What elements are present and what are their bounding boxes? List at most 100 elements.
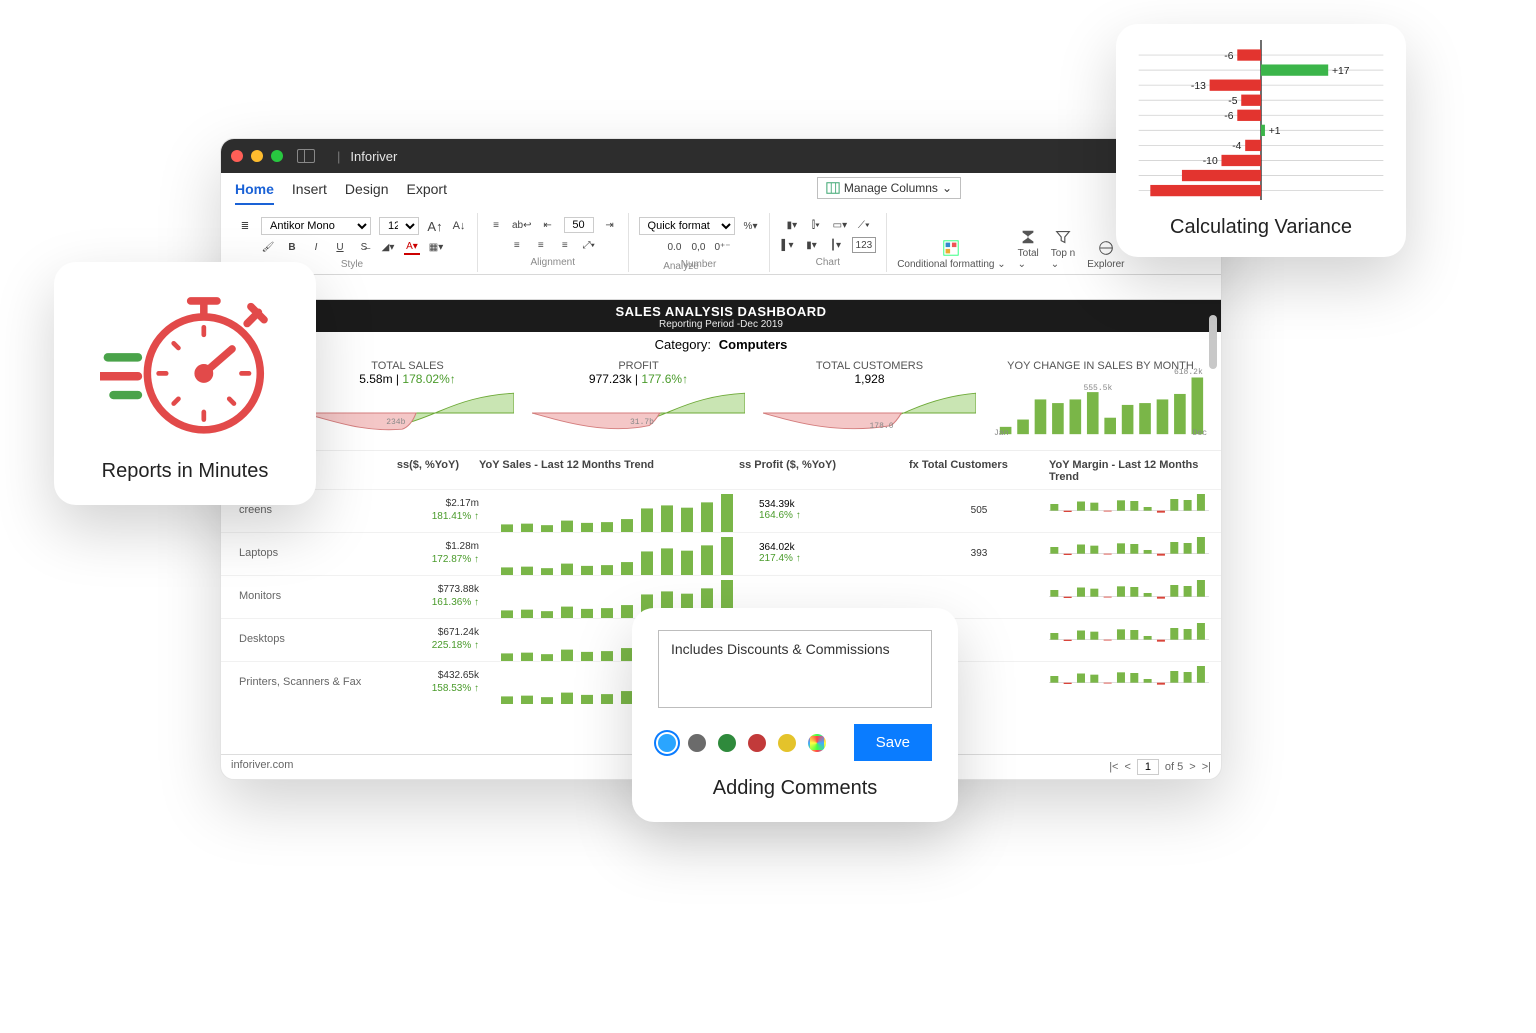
decrease-font-icon[interactable]: A↓ <box>451 218 467 234</box>
row-category: Laptops <box>239 547 399 559</box>
conditional-formatting-icon <box>942 239 960 257</box>
pager-prev[interactable]: < <box>1124 761 1130 773</box>
bold-icon[interactable]: B <box>284 239 300 255</box>
font-size-select[interactable]: 12 <box>379 217 419 235</box>
tabs-icon[interactable] <box>297 149 315 163</box>
chart-spark-icon[interactable]: ⟋▾ <box>856 217 872 233</box>
row-margin-trend <box>1049 492 1209 528</box>
swatch-green[interactable] <box>718 734 736 752</box>
paint-icon[interactable]: 🖌 <box>260 239 276 255</box>
strike-icon[interactable]: S̶ <box>356 239 372 255</box>
close-window-icon[interactable] <box>231 150 243 162</box>
card-reports-in-minutes: Reports in Minutes <box>54 262 316 505</box>
fill-color-icon[interactable]: ◢▾ <box>380 239 396 255</box>
swatch-blue[interactable] <box>658 734 676 752</box>
align-top-icon[interactable]: ≡ <box>488 217 504 233</box>
kpi-yoy-bars <box>994 372 1207 436</box>
ribbon: ≣ Antikor Mono 12 A↑ A↓ 🖌 B I U S̶ ◢▾ A▾… <box>221 209 1221 275</box>
kpi-customers-sparkline <box>763 386 976 440</box>
svg-text:-6: -6 <box>1224 111 1233 122</box>
zoom-window-icon[interactable] <box>271 150 283 162</box>
row-profit: 534.39k164.6% ↑ <box>759 499 909 521</box>
menu-export[interactable]: Export <box>407 181 447 205</box>
borders-icon[interactable]: ▦▾ <box>428 239 444 255</box>
card-adding-comments: Includes Discounts & Commissions Save Ad… <box>632 608 958 822</box>
bullets-icon[interactable]: ≣ <box>237 218 253 234</box>
swatch-yellow[interactable] <box>778 734 796 752</box>
row-margin-trend <box>1049 621 1209 657</box>
increase-font-icon[interactable]: A↑ <box>427 218 443 234</box>
columns-icon <box>826 181 840 195</box>
align-center-icon[interactable]: ≡ <box>533 237 549 253</box>
card-minutes-title: Reports in Minutes <box>102 460 269 483</box>
dropdown-row[interactable]: rs ▾ <box>221 274 1221 300</box>
kpi-row: TOTAL SALES 5.58m | 178.02%↑ 234b PROFIT… <box>221 358 1221 450</box>
swatch-gray[interactable] <box>688 734 706 752</box>
italic-icon[interactable]: I <box>308 239 324 255</box>
font-color-icon[interactable]: A▾ <box>404 239 420 255</box>
kpi-total-sales: TOTAL SALES 5.58m | 178.02%↑ 234b <box>301 360 514 440</box>
chart-col-icon[interactable]: ⫿▾ <box>808 217 824 233</box>
decimal-format-icon[interactable]: 0.0 <box>666 239 682 255</box>
kpi-customers: TOTAL CUSTOMERS 1,928 178.0 <box>763 360 976 440</box>
variance-chart: -6+17-13-5-6+1-4-10 <box>1134 40 1388 200</box>
row-sales: $671.24k225.18% ↑ <box>419 626 479 653</box>
comment-color-swatches: Save <box>658 724 932 761</box>
row-sales-trend <box>499 492 739 528</box>
ribbon-alignment-group: ≡ ab↩ ⇤ ⇥ ≡ ≡ ≡ ⤢▾ Alignment <box>478 213 629 272</box>
font-family-select[interactable]: Antikor Mono <box>261 217 371 235</box>
vertical-scrollbar[interactable] <box>1209 315 1217 751</box>
total-button[interactable]: Total⌄ <box>1018 228 1039 270</box>
indent-left-icon[interactable]: ⇤ <box>540 217 556 233</box>
svg-text:-13: -13 <box>1191 81 1206 92</box>
pager-first[interactable]: |< <box>1109 761 1118 773</box>
pager-last[interactable]: >| <box>1202 761 1211 773</box>
col-sales-trend: YoY Sales - Last 12 Months Trend <box>479 459 719 483</box>
chart-stack-icon[interactable]: ▮▾ <box>804 237 820 253</box>
conditional-formatting-button[interactable]: Conditional formatting ⌄ <box>897 239 1005 270</box>
indent-input[interactable] <box>564 217 594 233</box>
table-row: Laptops $1.28m172.87% ↑ 364.02k217.4% ↑ … <box>221 532 1221 575</box>
minimize-window-icon[interactable] <box>251 150 263 162</box>
sign-format-icon[interactable]: 0⁺⁻ <box>714 239 730 255</box>
align-right-icon[interactable]: ≡ <box>557 237 573 253</box>
stopwatch-icon <box>100 284 270 444</box>
menu-insert[interactable]: Insert <box>292 181 327 205</box>
topn-button[interactable]: Top n⌄ <box>1051 228 1075 270</box>
thousand-sep-icon[interactable]: 0,0 <box>690 239 706 255</box>
chart-num-icon[interactable]: 123 <box>852 237 877 253</box>
align-left-icon[interactable]: ≡ <box>509 237 525 253</box>
pager-total: of 5 <box>1165 761 1183 773</box>
chart-bar-icon[interactable]: ▮▾ <box>784 217 800 233</box>
row-category: Desktops <box>239 633 399 645</box>
menu-design[interactable]: Design <box>345 181 389 205</box>
ribbon-chart-label: Chart <box>816 257 840 268</box>
dashboard-category: Category: Computers <box>221 332 1221 358</box>
manage-columns-button[interactable]: Manage Columns ⌄ <box>817 177 961 199</box>
menu-home[interactable]: Home <box>235 181 274 205</box>
orientation-icon[interactable]: ⤢▾ <box>581 237 597 253</box>
comment-textarea[interactable]: Includes Discounts & Commissions <box>658 630 932 708</box>
swatch-custom[interactable] <box>808 734 826 752</box>
chart-bullet-icon[interactable]: ▭▾ <box>832 217 848 233</box>
save-button[interactable]: Save <box>854 724 932 761</box>
chart-waterfall-icon[interactable]: ▌▾ <box>780 237 796 253</box>
swatch-red[interactable] <box>748 734 766 752</box>
svg-text:+1: +1 <box>1269 126 1281 137</box>
quick-format-select[interactable]: Quick format <box>639 217 735 235</box>
chart-lollipop-icon[interactable]: ┃▾ <box>828 237 844 253</box>
dashboard-title: SALES ANALYSIS DASHBOARD <box>221 304 1221 319</box>
ribbon-number-group: Quick format %▾ 0.0 0,0 0⁺⁻ Number <box>629 213 770 272</box>
underline-icon[interactable]: U <box>332 239 348 255</box>
indent-right-icon[interactable]: ⇥ <box>602 217 618 233</box>
ribbon-analyze-group: Conditional formatting ⌄ Total⌄ Top n⌄ E… <box>887 213 1134 272</box>
pager-page-input[interactable] <box>1137 759 1159 775</box>
row-sales: $2.17m181.41% ↑ <box>419 497 479 524</box>
kpi-yoy-change: YOY CHANGE IN SALES BY MONTH Jan Dec 555… <box>994 360 1207 440</box>
percent-icon[interactable]: %▾ <box>743 218 759 234</box>
wrap-text-icon[interactable]: ab↩ <box>512 217 532 233</box>
title-divider: | <box>337 149 340 164</box>
row-category: Monitors <box>239 590 399 602</box>
pager-next[interactable]: > <box>1189 761 1195 773</box>
card-variance-title: Calculating Variance <box>1170 216 1352 239</box>
